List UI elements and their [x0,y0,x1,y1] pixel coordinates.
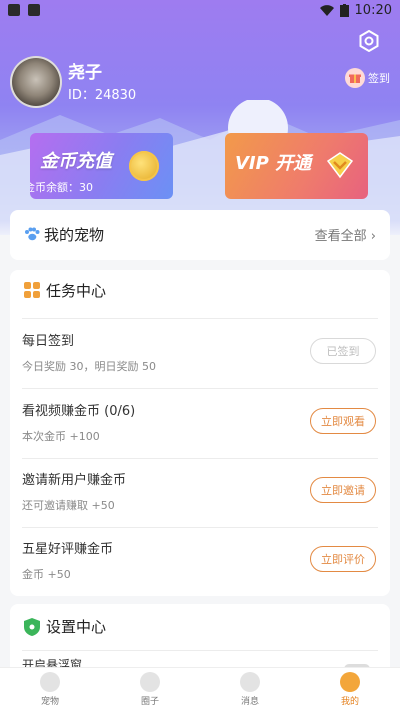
tab-circle[interactable]: 圈子 [100,668,200,710]
coin-recharge-card[interactable]: 金币充值 金币余额：30 [30,133,173,199]
tab-label: 圈子 [140,697,159,707]
task-title: 看视频赚金币 (0/6) [22,404,136,419]
rate-now-button[interactable]: 立即评价 [310,546,376,572]
settings-gear-icon[interactable] [358,30,380,52]
watch-now-button[interactable]: 立即观看 [310,408,376,434]
bottom-tab-bar: 宠物 圈子 消息 我的 [0,667,400,710]
profile-icon [340,672,360,692]
tab-messages[interactable]: 消息 [200,668,300,710]
task-row: 邀请新用户赚金币 还可邀请赚取 +50 立即邀请 [22,459,378,528]
settings-center-title: 设置中心 [46,618,107,636]
app-icon [8,4,20,16]
username: 尧子 [68,63,102,83]
checkin-button[interactable]: 签到 [345,68,390,88]
task-center-panel: 任务中心 每日签到 今日奖励 30，明日奖励 50 已签到 看视频赚金币 (0/… [10,270,390,596]
task-title: 邀请新用户赚金币 [22,473,127,488]
tab-label: 消息 [240,697,259,707]
task-row: 每日签到 今日奖励 30，明日奖励 50 已签到 [22,320,378,389]
avatar[interactable] [10,56,62,108]
shield-icon [24,618,40,636]
circle-icon [140,672,160,692]
tab-label: 我的 [340,697,359,707]
vip-card[interactable]: VIP 开通 [225,133,368,199]
task-subtitle: 本次金币 +100 [22,430,100,443]
profile-header: 10:20 尧子 ID：24830 签到 金币充值 金币余额：30 VIP 开通 [0,0,400,235]
invite-now-button[interactable]: 立即邀请 [310,477,376,503]
tab-label: 宠物 [40,697,59,707]
view-all-link[interactable]: 查看全部 › [315,225,376,244]
wifi-icon [319,4,334,16]
coin-icon [129,151,159,181]
user-id: ID：24830 [68,88,137,103]
paw-icon [40,672,60,692]
task-row: 五星好评赚金币 金币 +50 立即评价 [22,528,378,596]
tab-mine[interactable]: 我的 [300,668,400,710]
task-row: 看视频赚金币 (0/6) 本次金币 +100 立即观看 [22,390,378,459]
checkin-label: 签到 [368,72,390,85]
coin-recharge-title: 金币充值 [40,151,112,172]
battery-icon [339,4,349,17]
crown-badge-icon [326,152,354,179]
task-subtitle: 今日奖励 30，明日奖励 50 [22,360,156,373]
message-icon [240,672,260,692]
divider [22,318,378,319]
gift-icon [345,68,365,88]
settings-center-panel: 设置中心 开启悬浮窗 [10,604,390,674]
view-all-label: 查看全部 [314,229,367,244]
coin-balance: 金币余额：30 [30,181,93,194]
my-pets-panel[interactable]: 我的宠物 查看全部 › [10,210,390,260]
sd-icon [28,4,40,16]
my-pets-title: 我的宠物 [44,226,105,244]
task-center-title: 任务中心 [46,282,107,300]
clock: 10:20 [354,3,392,18]
tab-pets[interactable]: 宠物 [0,668,100,710]
vip-title: VIP 开通 [235,153,312,174]
task-title: 每日签到 [22,334,75,349]
task-title: 五星好评赚金币 [22,542,114,557]
status-bar: 10:20 [0,0,400,22]
chevron-right-icon: › [366,229,376,244]
divider [22,650,378,651]
task-subtitle: 金币 +50 [22,568,71,581]
grid-icon [24,282,40,298]
checked-in-button[interactable]: 已签到 [310,338,376,364]
task-subtitle: 还可邀请赚取 +50 [22,499,115,512]
paw-icon [25,227,40,241]
